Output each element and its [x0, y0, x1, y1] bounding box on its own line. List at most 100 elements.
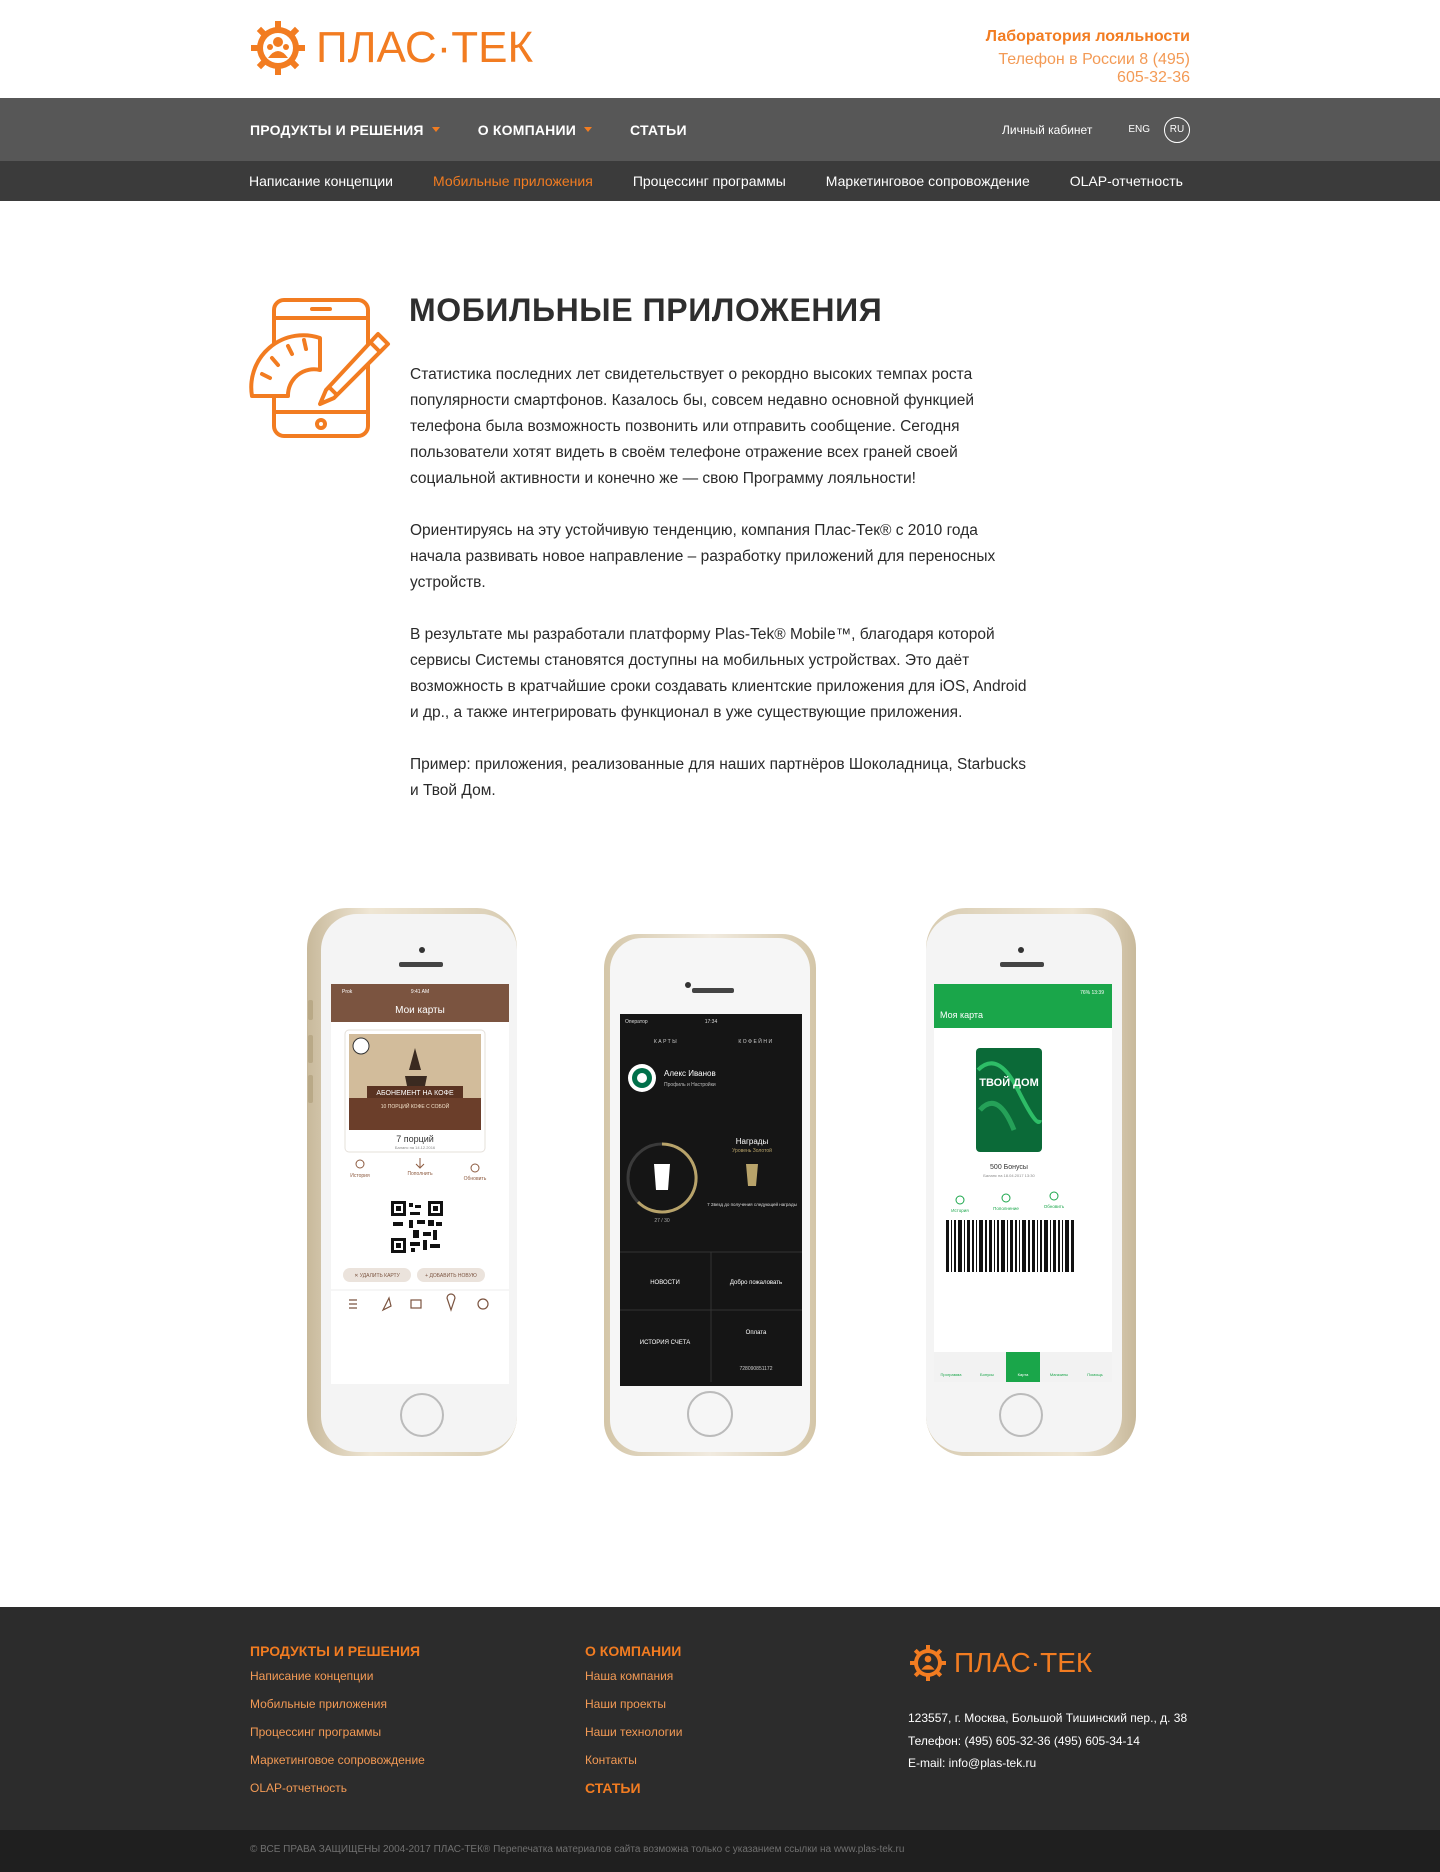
status-operator: Оператор — [625, 1019, 648, 1025]
paragraph: Пример: приложения, реализованные для на… — [410, 756, 1026, 799]
rewards-title: Награды — [736, 1137, 769, 1146]
footer-link[interactable]: Маркетинговое сопровождение — [250, 1752, 425, 1769]
footer-link[interactable]: Написание концепции — [250, 1668, 425, 1685]
caret-down-icon — [431, 127, 440, 132]
footer-link[interactable]: Процессинг программы — [250, 1724, 425, 1741]
card-ribbon: АБОНЕМЕНТ НА КОФЕ — [376, 1090, 454, 1097]
phones-showcase: Prok 9:41 AM Мои карты АБОНЕМЕНТ НА КОФЕ… — [300, 900, 1150, 1470]
nav-right: Личный кабинет ENG RU — [1002, 98, 1190, 161]
sub-nav-items: Написание концепции Мобильные приложения… — [249, 161, 1223, 201]
tab-card[interactable]: Карта — [1018, 1372, 1029, 1377]
paragraph: Статистика последних лет свидетельствует… — [410, 366, 975, 487]
footer-link[interactable]: Контакты — [585, 1752, 682, 1769]
action-history[interactable]: История — [951, 1208, 969, 1213]
main-nav: ПРОДУКТЫ И РЕШЕНИЯ О КОМПАНИИ СТАТЬИ Лич… — [0, 98, 1440, 161]
footer-address: 123557, г. Москва, Большой Тишинский пер… — [908, 1711, 1188, 1725]
stars-count: 27 / 30 — [654, 1218, 670, 1224]
tab-coffee[interactable]: КОФЕЙНИ — [738, 1037, 773, 1045]
footer-logo-text: ПЛАС·ТЕК — [954, 1647, 1093, 1678]
status-bar: 76% 13:39 — [1080, 990, 1104, 996]
copyright-bar: © ВСЕ ПРАВА ЗАЩИЩЕНЫ 2004-2017 ПЛАС-ТЕК®… — [0, 1830, 1440, 1872]
footer-col-company: О КОМПАНИИ Наша компания Наши проекты На… — [585, 1643, 682, 1796]
footer-phones: Телефон: (495) 605-32-36 (495) 605-34-14 — [908, 1733, 1140, 1748]
nav-item-company[interactable]: О КОМПАНИИ — [478, 122, 592, 138]
footer-link[interactable]: Наши проекты — [585, 1696, 682, 1713]
footer-link[interactable]: OLAP-отчетность — [250, 1780, 425, 1797]
screen-title: Мои карты — [395, 1005, 445, 1016]
status-time: 17:34 — [705, 1019, 718, 1025]
subnav-item-marketing[interactable]: Маркетинговое сопровождение — [826, 173, 1030, 189]
delete-card-button[interactable]: ✕ УДАЛИТЬ КАРТУ — [354, 1273, 400, 1279]
card-number: 728090851172 — [740, 1366, 773, 1372]
action-refresh[interactable]: Обновить — [1044, 1204, 1065, 1209]
tab-help[interactable]: Помощь — [1087, 1372, 1102, 1377]
nav-item-label: О КОМПАНИИ — [477, 121, 576, 138]
action-history[interactable]: История — [350, 1173, 370, 1179]
history-tile[interactable]: ИСТОРИЯ СЧЕТА — [640, 1340, 690, 1346]
copyright-text: © ВСЕ ПРАВА ЗАЩИЩЕНЫ 2004-2017 ПЛАС-ТЕК®… — [250, 1844, 905, 1855]
paragraph: Ориентируясь на эту устойчивую тенденцию… — [410, 522, 996, 591]
card-brand: ТВОЙ ДОМ — [979, 1076, 1038, 1089]
footer-link[interactable]: Наша компания — [585, 1668, 682, 1685]
screen-title: Моя карта — [940, 1010, 983, 1020]
tab-stores[interactable]: Магазины — [1050, 1372, 1068, 1377]
phone-tvoydom-app: 76% 13:39 Моя карта ТВОЙ ДОМ 500 Бонусы … — [926, 908, 1136, 1456]
header-contact: Лаборатория лояльности Телефон в России … — [985, 28, 1190, 86]
header-phone[interactable]: Телефон в России 8 (495) 605-32-36 — [986, 51, 1190, 87]
nav-item-label: СТАТЬИ — [629, 121, 687, 138]
subnav-item-processing[interactable]: Процессинг программы — [633, 173, 786, 189]
lang-ru-button[interactable]: RU — [1164, 116, 1190, 143]
footer-address-block: 123557, г. Москва, Большой Тишинский пер… — [908, 1707, 1187, 1775]
payment-tile[interactable]: Оплата — [746, 1330, 767, 1336]
svg-text:Prok: Prok — [342, 989, 353, 995]
footer-articles-link[interactable]: СТАТЬИ — [585, 1780, 682, 1796]
top-header: ПЛАС·ТЕК Лаборатория лояльности Телефон … — [0, 0, 1440, 98]
nav-item-label: ПРОДУКТЫ И РЕШЕНИЯ — [250, 121, 424, 138]
subnav-item-olap[interactable]: OLAP-отчетность — [1070, 173, 1183, 189]
tab-program[interactable]: Программа — [941, 1372, 963, 1377]
footer-link[interactable]: Мобильные приложения — [250, 1696, 425, 1713]
balance-date: Баланс на 18.04.2017 13:30 — [983, 1173, 1035, 1178]
tab-bonuses[interactable]: Бонусы — [980, 1372, 994, 1377]
gear-logo-icon — [910, 1645, 946, 1681]
welcome-tile[interactable]: Добро пожаловать — [730, 1280, 782, 1286]
lab-title: Лаборатория лояльности — [985, 28, 1190, 45]
action-refresh[interactable]: Обновить — [464, 1176, 487, 1182]
mobile-design-icon — [249, 298, 390, 438]
add-card-button[interactable]: + ДОБАВИТЬ НОВУЮ — [425, 1273, 477, 1279]
news-tile[interactable]: НОВОСТИ — [650, 1280, 680, 1286]
paragraph: В результате мы разработали платформу Pl… — [410, 626, 1027, 721]
page-title: МОБИЛЬНЫЕ ПРИЛОЖЕНИЯ — [409, 292, 883, 328]
stars-note: 7 Звезд до получения следующей награды — [707, 1201, 797, 1207]
qr-code — [390, 1200, 444, 1254]
subnav-item-mobile[interactable]: Мобильные приложения — [433, 173, 593, 189]
nav-item-articles[interactable]: СТАТЬИ — [630, 122, 687, 138]
phone-chocolate-app: Prok 9:41 AM Мои карты АБОНЕМЕНТ НА КОФЕ… — [307, 908, 517, 1456]
personal-cabinet-link[interactable]: Личный кабинет — [1002, 123, 1092, 137]
main-nav-items: ПРОДУКТЫ И РЕШЕНИЯ О КОМПАНИИ СТАТЬИ — [250, 98, 725, 161]
site-logo[interactable]: ПЛАС·ТЕК — [248, 18, 533, 78]
subnav-item-concept[interactable]: Написание концепции — [249, 173, 393, 189]
main-content: Статистика последних лет свидетельствует… — [410, 362, 1030, 830]
footer: ПРОДУКТЫ И РЕШЕНИЯ Написание концепции М… — [0, 1607, 1440, 1830]
lang-eng-button[interactable]: ENG — [1128, 124, 1150, 135]
card-subtitle: 10 ПОРЦИЙ КОФЕ С СОБОЙ — [381, 1102, 450, 1110]
footer-col-title[interactable]: ПРОДУКТЫ И РЕШЕНИЯ — [250, 1643, 425, 1659]
footer-logo[interactable]: ПЛАС·ТЕК — [908, 1643, 1092, 1683]
status-time: 9:41 AM — [411, 989, 429, 995]
footer-link[interactable]: Наши технологии — [585, 1724, 682, 1741]
logo-text: ПЛАС·ТЕК — [316, 23, 534, 72]
tab-cards[interactable]: КАРТЫ — [654, 1039, 678, 1045]
footer-email[interactable]: E-mail: info@plas-tek.ru — [908, 1752, 1187, 1775]
portions-count: 7 порций — [396, 1134, 434, 1144]
caret-down-icon — [583, 127, 592, 132]
bonus-amount: 500 Бонусы — [990, 1164, 1028, 1171]
sub-nav: Написание концепции Мобильные приложения… — [0, 161, 1440, 201]
footer-col-products: ПРОДУКТЫ И РЕШЕНИЯ Написание концепции М… — [250, 1643, 425, 1808]
action-topup[interactable]: Пополнение — [993, 1206, 1019, 1211]
nav-item-products[interactable]: ПРОДУКТЫ И РЕШЕНИЯ — [250, 122, 440, 138]
user-sub[interactable]: Профиль и Настройки — [664, 1081, 716, 1088]
footer-col-title[interactable]: О КОМПАНИИ — [585, 1643, 682, 1659]
gear-logo-icon — [251, 21, 305, 75]
action-topup[interactable]: Пополнить — [407, 1171, 433, 1177]
